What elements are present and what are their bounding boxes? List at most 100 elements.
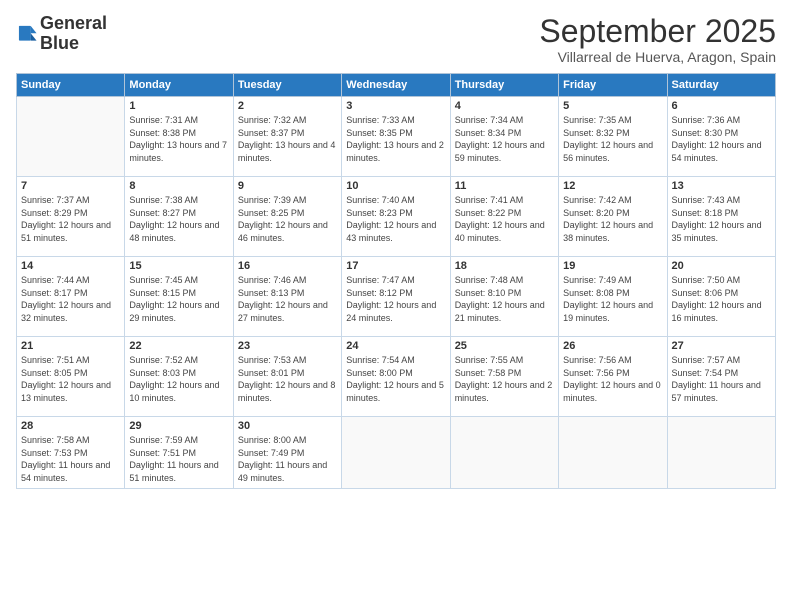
- day-number: 25: [455, 340, 554, 352]
- calendar-cell: 5 Sunrise: 7:35 AM Sunset: 8:32 PM Daylig…: [559, 97, 667, 177]
- calendar-cell: 30 Sunrise: 8:00 AM Sunset: 7:49 PM Dayli…: [233, 417, 341, 488]
- day-number: 27: [672, 340, 771, 352]
- day-number: 14: [21, 260, 120, 272]
- calendar-cell: [667, 417, 775, 488]
- day-info: Sunrise: 8:00 AM Sunset: 7:49 PM Dayligh…: [238, 434, 337, 484]
- day-info: Sunrise: 7:46 AM Sunset: 8:13 PM Dayligh…: [238, 274, 337, 324]
- calendar-cell: 12 Sunrise: 7:42 AM Sunset: 8:20 PM Dayli…: [559, 177, 667, 257]
- calendar-week-1: 7Sunrise: 7:37 AM Sunset: 8:29 PM Daylig…: [17, 177, 776, 257]
- col-saturday: Saturday: [667, 74, 775, 97]
- col-sunday: Sunday: [17, 74, 125, 97]
- day-info: Sunrise: 7:55 AM Sunset: 7:58 PM Dayligh…: [455, 354, 554, 404]
- day-info: Sunrise: 7:59 AM Sunset: 7:51 PM Dayligh…: [129, 434, 228, 484]
- month-title: September 2025: [539, 14, 776, 49]
- day-info: Sunrise: 7:58 AM Sunset: 7:53 PM Dayligh…: [21, 434, 120, 484]
- logo-text: General Blue: [40, 14, 107, 54]
- day-number: 30: [238, 420, 337, 432]
- day-number: 13: [672, 180, 771, 192]
- day-number: 7: [21, 180, 120, 192]
- calendar-cell: 28 Sunrise: 7:58 AM Sunset: 7:53 PM Dayli…: [17, 417, 125, 488]
- day-number: 17: [346, 260, 445, 272]
- logo-line2: Blue: [40, 34, 107, 54]
- calendar-cell: 15Sunrise: 7:45 AM Sunset: 8:15 PM Dayli…: [125, 257, 233, 337]
- day-info: Sunrise: 7:48 AM Sunset: 8:10 PM Dayligh…: [455, 274, 554, 324]
- day-info: Sunrise: 7:31 AM Sunset: 8:38 PM Dayligh…: [129, 114, 228, 164]
- day-info: Sunrise: 7:54 AM Sunset: 8:00 PM Dayligh…: [346, 354, 445, 404]
- location: Villarreal de Huerva, Aragon, Spain: [539, 49, 776, 65]
- day-number: 6: [672, 100, 771, 112]
- day-info: Sunrise: 7:35 AM Sunset: 8:32 PM Dayligh…: [563, 114, 662, 164]
- calendar-cell: 17 Sunrise: 7:47 AM Sunset: 8:12 PM Dayli…: [342, 257, 450, 337]
- calendar-cell: 24 Sunrise: 7:54 AM Sunset: 8:00 PM Dayli…: [342, 337, 450, 417]
- calendar-cell: 23 Sunrise: 7:53 AM Sunset: 8:01 PM Dayli…: [233, 337, 341, 417]
- calendar-cell: [450, 417, 558, 488]
- calendar-week-0: 1 Sunrise: 7:31 AM Sunset: 8:38 PM Daylig…: [17, 97, 776, 177]
- day-number: 28: [21, 420, 120, 432]
- calendar-cell: 27Sunrise: 7:57 AM Sunset: 7:54 PM Dayli…: [667, 337, 775, 417]
- day-number: 29: [129, 420, 228, 432]
- day-info: Sunrise: 7:32 AM Sunset: 8:37 PM Dayligh…: [238, 114, 337, 164]
- day-info: Sunrise: 7:42 AM Sunset: 8:20 PM Dayligh…: [563, 194, 662, 244]
- day-info: Sunrise: 7:51 AM Sunset: 8:05 PM Dayligh…: [21, 354, 120, 404]
- calendar-table: Sunday Monday Tuesday Wednesday Thursday…: [16, 73, 776, 488]
- day-number: 18: [455, 260, 554, 272]
- day-info: Sunrise: 7:39 AM Sunset: 8:25 PM Dayligh…: [238, 194, 337, 244]
- col-friday: Friday: [559, 74, 667, 97]
- day-info: Sunrise: 7:44 AM Sunset: 8:17 PM Dayligh…: [21, 274, 120, 324]
- calendar-cell: 6 Sunrise: 7:36 AM Sunset: 8:30 PM Daylig…: [667, 97, 775, 177]
- day-number: 3: [346, 100, 445, 112]
- day-info: Sunrise: 7:36 AM Sunset: 8:30 PM Dayligh…: [672, 114, 771, 164]
- day-info: Sunrise: 7:50 AM Sunset: 8:06 PM Dayligh…: [672, 274, 771, 324]
- calendar-cell: 1 Sunrise: 7:31 AM Sunset: 8:38 PM Daylig…: [125, 97, 233, 177]
- col-monday: Monday: [125, 74, 233, 97]
- calendar-cell: 13 Sunrise: 7:43 AM Sunset: 8:18 PM Dayli…: [667, 177, 775, 257]
- day-number: 16: [238, 260, 337, 272]
- day-number: 4: [455, 100, 554, 112]
- title-block: September 2025 Villarreal de Huerva, Ara…: [539, 14, 776, 65]
- calendar-cell: 18 Sunrise: 7:48 AM Sunset: 8:10 PM Dayli…: [450, 257, 558, 337]
- day-number: 26: [563, 340, 662, 352]
- calendar-cell: 16 Sunrise: 7:46 AM Sunset: 8:13 PM Dayli…: [233, 257, 341, 337]
- header-row: Sunday Monday Tuesday Wednesday Thursday…: [17, 74, 776, 97]
- calendar-cell: 9Sunrise: 7:39 AM Sunset: 8:25 PM Daylig…: [233, 177, 341, 257]
- calendar-cell: 21 Sunrise: 7:51 AM Sunset: 8:05 PM Dayli…: [17, 337, 125, 417]
- day-number: 23: [238, 340, 337, 352]
- day-info: Sunrise: 7:34 AM Sunset: 8:34 PM Dayligh…: [455, 114, 554, 164]
- day-number: 12: [563, 180, 662, 192]
- day-number: 8: [129, 180, 228, 192]
- calendar-cell: 14 Sunrise: 7:44 AM Sunset: 8:17 PM Dayli…: [17, 257, 125, 337]
- day-number: 2: [238, 100, 337, 112]
- day-info: Sunrise: 7:56 AM Sunset: 7:56 PM Dayligh…: [563, 354, 662, 404]
- day-number: 22: [129, 340, 228, 352]
- calendar-cell: 11Sunrise: 7:41 AM Sunset: 8:22 PM Dayli…: [450, 177, 558, 257]
- calendar-cell: 2 Sunrise: 7:32 AM Sunset: 8:37 PM Daylig…: [233, 97, 341, 177]
- day-number: 11: [455, 180, 554, 192]
- day-number: 24: [346, 340, 445, 352]
- calendar-week-3: 21 Sunrise: 7:51 AM Sunset: 8:05 PM Dayli…: [17, 337, 776, 417]
- calendar-cell: [342, 417, 450, 488]
- calendar-cell: [559, 417, 667, 488]
- day-number: 21: [21, 340, 120, 352]
- logo-line1: General: [40, 14, 107, 34]
- day-number: 10: [346, 180, 445, 192]
- day-info: Sunrise: 7:40 AM Sunset: 8:23 PM Dayligh…: [346, 194, 445, 244]
- day-info: Sunrise: 7:43 AM Sunset: 8:18 PM Dayligh…: [672, 194, 771, 244]
- calendar-cell: 4 Sunrise: 7:34 AM Sunset: 8:34 PM Daylig…: [450, 97, 558, 177]
- header: General Blue September 2025 Villarreal d…: [16, 14, 776, 65]
- day-number: 5: [563, 100, 662, 112]
- calendar-cell: 29 Sunrise: 7:59 AM Sunset: 7:51 PM Dayli…: [125, 417, 233, 488]
- calendar-cell: [17, 97, 125, 177]
- calendar-cell: 25 Sunrise: 7:55 AM Sunset: 7:58 PM Dayli…: [450, 337, 558, 417]
- day-number: 1: [129, 100, 228, 112]
- calendar-cell: 26 Sunrise: 7:56 AM Sunset: 7:56 PM Dayli…: [559, 337, 667, 417]
- day-info: Sunrise: 7:49 AM Sunset: 8:08 PM Dayligh…: [563, 274, 662, 324]
- calendar-cell: 19Sunrise: 7:49 AM Sunset: 8:08 PM Dayli…: [559, 257, 667, 337]
- col-thursday: Thursday: [450, 74, 558, 97]
- day-info: Sunrise: 7:52 AM Sunset: 8:03 PM Dayligh…: [129, 354, 228, 404]
- day-info: Sunrise: 7:53 AM Sunset: 8:01 PM Dayligh…: [238, 354, 337, 404]
- calendar-cell: 3Sunrise: 7:33 AM Sunset: 8:35 PM Daylig…: [342, 97, 450, 177]
- day-info: Sunrise: 7:47 AM Sunset: 8:12 PM Dayligh…: [346, 274, 445, 324]
- page: General Blue September 2025 Villarreal d…: [0, 0, 792, 612]
- day-number: 15: [129, 260, 228, 272]
- calendar-cell: 22 Sunrise: 7:52 AM Sunset: 8:03 PM Dayli…: [125, 337, 233, 417]
